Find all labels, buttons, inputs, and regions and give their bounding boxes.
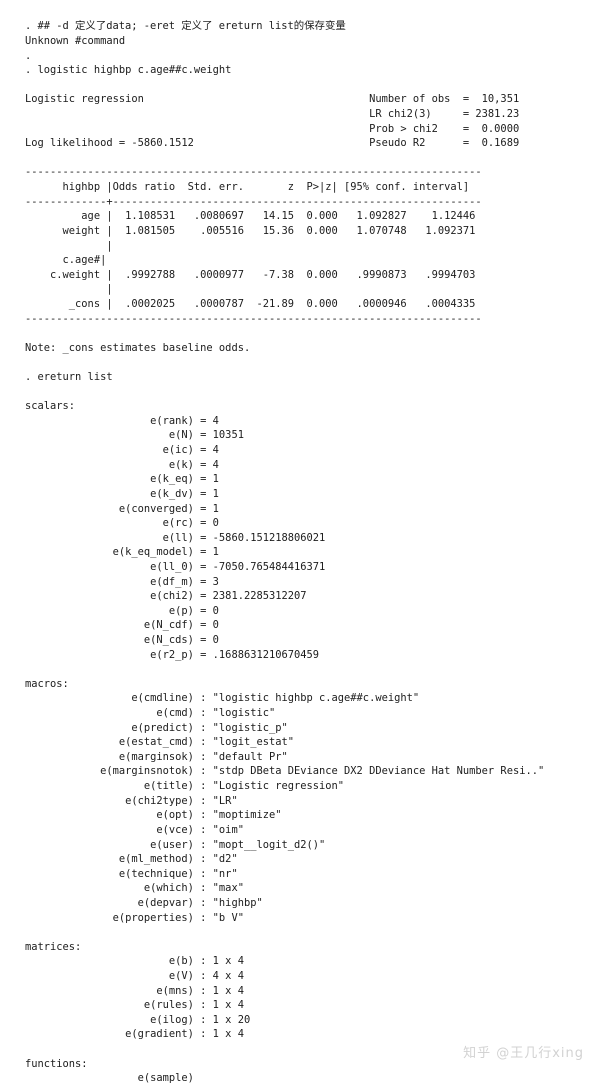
console-line-40: e(p) = 0 (25, 604, 219, 617)
console-line-65: e(V) : 4 x 4 (25, 970, 244, 982)
console-line-18: | (25, 283, 113, 296)
console-line-57: e(ml_method) : "d2" (25, 853, 238, 866)
console-line-32: e(k_dv) = 1 (25, 487, 219, 500)
console-line-10: ----------------------------------------… (25, 166, 482, 179)
console-line-36: e(k_eq_model) = 1 (25, 546, 219, 559)
console-line-6: LR chi2(3) = 2381.23 (25, 108, 520, 121)
console-line-25 (25, 385, 585, 400)
console-line-19: _cons | .0002025 .0000787 -21.89 0.000 .… (25, 297, 476, 310)
console-line-50: e(marginsok) : "default Pr" (25, 750, 288, 763)
console-line-51: e(marginsnotok) : "stdp DBeta DEviance D… (25, 765, 545, 778)
console-line-55: e(vce) : "oim" (25, 823, 244, 836)
console-line-12: -------------+--------------------------… (25, 195, 482, 208)
console-line-47: e(cmd) : "logistic" (25, 707, 276, 720)
console-line-56: e(user) : "mopt__logit_d2()" (25, 838, 326, 851)
console-line-72: e(sample) (25, 1072, 194, 1085)
console-line-2: . (25, 49, 32, 62)
console-line-44 (25, 662, 585, 677)
console-line-13: age | 1.108531 .0080697 14.15 0.000 1.09… (25, 210, 476, 223)
console-line-17: c.weight | .9992788 .0000977 -7.38 0.000… (25, 268, 476, 281)
console-line-69: e(gradient) : 1 x 4 (25, 1028, 244, 1041)
console-line-16: c.age#| (25, 254, 107, 267)
console-line-48: e(predict) : "logistic_p" (25, 721, 288, 734)
console-line-8: Log likelihood = -5860.1512 Pseudo R2 = … (25, 137, 520, 150)
console-line-64: e(b) : 1 x 4 (25, 955, 244, 968)
console-line-29: e(ic) = 4 (25, 444, 219, 457)
console-line-42: e(N_cds) = 0 (25, 633, 219, 646)
console-line-28: e(N) = 10351 (25, 429, 244, 442)
console-line-43: e(r2_p) = .1688631210670459 (25, 648, 320, 661)
console-line-9 (25, 151, 585, 166)
console-line-67: e(rules) : 1 x 4 (25, 999, 244, 1012)
stata-console-output: . ## -d 定义了data; -eret 定义了 ereturn list的… (25, 19, 585, 1085)
console-line-68: e(ilog) : 1 x 20 (25, 1013, 251, 1026)
console-line-58: e(technique) : "nr" (25, 867, 238, 880)
console-line-49: e(estat_cmd) : "logit_estat" (25, 736, 294, 749)
console-line-34: e(rc) = 0 (25, 517, 219, 530)
console-line-38: e(df_m) = 3 (25, 575, 219, 588)
console-line-4 (25, 78, 585, 93)
console-line-7: Prob > chi2 = 0.0000 (25, 122, 520, 135)
console-line-39: e(chi2) = 2381.2285312207 (25, 590, 307, 603)
console-line-0: . ## -d 定义了data; -eret 定义了 ereturn list的… (25, 20, 346, 33)
console-line-62 (25, 925, 585, 940)
console-line-52: e(title) : "Logistic regression" (25, 780, 345, 793)
console-line-37: e(ll_0) = -7050.765484416371 (25, 560, 326, 573)
console-line-41: e(N_cdf) = 0 (25, 619, 219, 632)
console-line-33: e(converged) = 1 (25, 502, 219, 515)
console-line-31: e(k_eq) = 1 (25, 473, 219, 486)
console-line-61: e(properties) : "b V" (25, 911, 244, 924)
console-line-60: e(depvar) : "highbp" (25, 896, 263, 909)
console-line-21 (25, 326, 585, 341)
console-line-45: macros: (25, 677, 69, 690)
console-line-59: e(which) : "max" (25, 882, 244, 895)
console-line-63: matrices: (25, 940, 82, 953)
console-line-24: . ereturn list (25, 371, 113, 384)
console-line-20: ----------------------------------------… (25, 312, 482, 325)
console-line-3: . logistic highbp c.age##c.weight (25, 64, 232, 77)
console-line-22: Note: _cons estimates baseline odds. (25, 341, 251, 354)
console-line-30: e(k) = 4 (25, 458, 219, 471)
console-line-53: e(chi2type) : "LR" (25, 794, 238, 807)
console-line-66: e(mns) : 1 x 4 (25, 984, 244, 997)
console-line-27: e(rank) = 4 (25, 414, 219, 427)
console-line-26: scalars: (25, 400, 76, 413)
console-line-23 (25, 355, 585, 370)
console-line-5: Logistic regression Number of obs = 10,3… (25, 93, 520, 106)
console-line-14: weight | 1.081505 .005516 15.36 0.000 1.… (25, 224, 476, 237)
console-line-46: e(cmdline) : "logistic highbp c.age##c.w… (25, 692, 420, 705)
watermark: 知乎 @王几行xing (463, 1046, 584, 1061)
console-line-11: highbp |Odds ratio Std. err. z P>|z| [95… (25, 181, 470, 194)
console-line-15: | (25, 239, 113, 252)
console-line-35: e(ll) = -5860.151218806021 (25, 531, 326, 544)
console-line-1: Unknown #command (25, 35, 126, 47)
console-line-54: e(opt) : "moptimize" (25, 809, 282, 822)
